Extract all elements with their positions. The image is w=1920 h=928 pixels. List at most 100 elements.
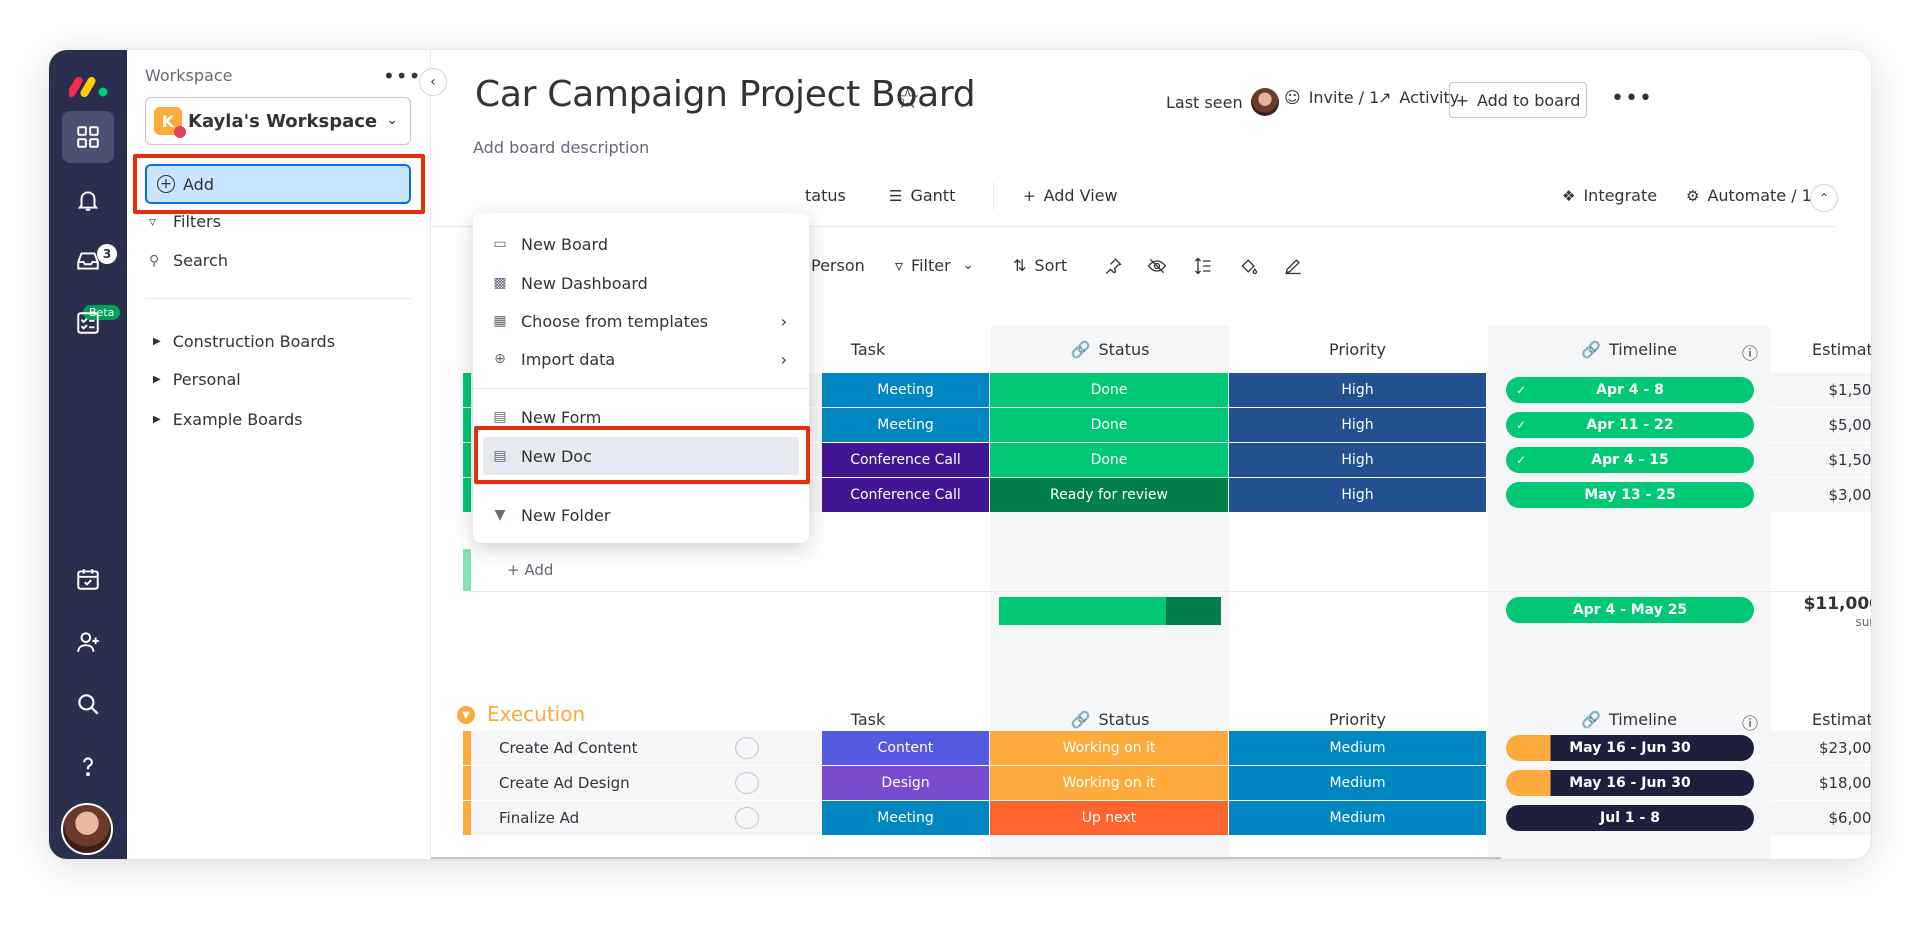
rail-my-work-button[interactable] bbox=[62, 297, 114, 349]
priority-cell[interactable]: Medium bbox=[1229, 731, 1486, 765]
cost-cell[interactable]: $3,000 bbox=[1751, 486, 1872, 504]
task-cell[interactable]: Content bbox=[822, 731, 989, 765]
status-cell[interactable]: Working on it bbox=[990, 766, 1228, 800]
timeline-pill[interactable]: ✓ Apr 11 - 22 bbox=[1506, 412, 1754, 438]
board-description[interactable]: Add board description bbox=[473, 138, 649, 157]
filters-button[interactable]: ▿ Filters bbox=[149, 212, 221, 231]
item-name[interactable]: Finalize Ad bbox=[499, 801, 579, 835]
menu-choose-templates[interactable]: ▦ Choose from templates › bbox=[491, 303, 791, 339]
task-cell[interactable]: Meeting bbox=[822, 373, 989, 407]
status-cell[interactable]: Up next bbox=[990, 801, 1228, 835]
col-status[interactable]: 🔗 Status bbox=[991, 340, 1229, 359]
task-cell[interactable]: Conference Call bbox=[822, 443, 989, 477]
col-estimated[interactable]: Estimated C bbox=[1772, 710, 1871, 729]
menu-new-dashboard[interactable]: ▩ New Dashboard bbox=[491, 265, 791, 301]
col-priority[interactable]: Priority bbox=[1229, 340, 1486, 359]
folder-personal[interactable]: ▶ Personal bbox=[153, 370, 241, 389]
collapse-header-button[interactable]: ⌃ bbox=[1810, 184, 1838, 212]
pin-button[interactable] bbox=[1103, 256, 1123, 276]
cost-cell[interactable]: $6,000 bbox=[1751, 809, 1872, 827]
item-name[interactable]: Create Ad Content bbox=[499, 731, 638, 765]
col-timeline[interactable]: 🔗 Timeline ⓘ bbox=[1488, 340, 1770, 363]
row-height-button[interactable] bbox=[1193, 256, 1213, 276]
last-seen[interactable]: Last seen bbox=[1166, 88, 1279, 116]
monday-logo[interactable] bbox=[69, 72, 111, 98]
rail-invite-button[interactable] bbox=[62, 616, 114, 668]
status-cell[interactable]: Done bbox=[990, 408, 1228, 442]
comment-bubble-icon[interactable] bbox=[735, 772, 759, 794]
task-cell[interactable]: Meeting bbox=[822, 801, 989, 835]
status-cell[interactable]: Ready for review bbox=[990, 478, 1228, 512]
status-cell[interactable]: Done bbox=[990, 373, 1228, 407]
board-more-icon[interactable]: ••• bbox=[1611, 86, 1653, 111]
color-button[interactable] bbox=[1239, 256, 1259, 276]
col-timeline[interactable]: 🔗 Timeline ⓘ bbox=[1488, 710, 1770, 733]
workspace-selector[interactable]: K Kayla's Workspace ⌄ bbox=[145, 97, 411, 145]
invite-button[interactable]: ☺ Invite / 1 bbox=[1284, 88, 1379, 107]
tab-gantt[interactable]: ☰ Gantt bbox=[889, 186, 955, 205]
rail-notifications-button[interactable] bbox=[62, 174, 114, 226]
status-cell[interactable]: Working on it bbox=[990, 731, 1228, 765]
add-to-board-button[interactable]: + Add to board bbox=[1449, 82, 1587, 118]
priority-cell[interactable]: Medium bbox=[1229, 766, 1486, 800]
automate-button[interactable]: ⚙ Automate / 1 bbox=[1686, 186, 1812, 205]
col-task[interactable]: Task bbox=[823, 710, 913, 729]
timeline-pill[interactable]: May 16 - Jun 30 bbox=[1506, 770, 1754, 796]
search-button[interactable]: ⚲ Search bbox=[149, 251, 228, 270]
status-cell[interactable]: Done bbox=[990, 443, 1228, 477]
task-cell[interactable]: Design bbox=[822, 766, 989, 800]
filter-button[interactable]: ▿ Filter ⌄ bbox=[895, 256, 974, 275]
workspace-more-icon[interactable]: ••• bbox=[383, 64, 421, 88]
priority-cell[interactable]: High bbox=[1229, 478, 1486, 512]
integrate-button[interactable]: ❖ Integrate bbox=[1562, 186, 1657, 205]
rail-calendar-button[interactable] bbox=[62, 553, 114, 605]
folder-example-boards[interactable]: ▶ Example Boards bbox=[153, 410, 303, 429]
priority-cell[interactable]: Medium bbox=[1229, 801, 1486, 835]
format-button[interactable] bbox=[1283, 256, 1303, 276]
rail-help-button[interactable] bbox=[62, 740, 114, 792]
timeline-pill[interactable]: May 13 - 25 bbox=[1506, 482, 1754, 508]
cost-cell[interactable]: $18,000 bbox=[1751, 774, 1871, 792]
priority-cell[interactable]: High bbox=[1229, 443, 1486, 477]
priority-cell[interactable]: High bbox=[1229, 408, 1486, 442]
person-filter-button[interactable]: Person bbox=[811, 256, 865, 275]
tab-status[interactable]: tatus bbox=[805, 186, 846, 205]
col-estimated[interactable]: Estimated C bbox=[1772, 340, 1871, 359]
user-avatar[interactable] bbox=[61, 803, 113, 855]
activity-button[interactable]: ↗ Activity bbox=[1378, 88, 1459, 107]
menu-import-data[interactable]: ⊕ Import data › bbox=[491, 341, 791, 377]
folder-construction-boards[interactable]: ▶ Construction Boards bbox=[153, 332, 335, 351]
item-name[interactable]: Create Ad Design bbox=[499, 766, 630, 800]
priority-cell[interactable]: High bbox=[1229, 373, 1486, 407]
rail-search-button[interactable] bbox=[62, 678, 114, 730]
cost-cell[interactable]: $23,000 bbox=[1751, 739, 1871, 757]
sort-button[interactable]: ⇅ Sort bbox=[1013, 256, 1067, 275]
comment-bubble-icon[interactable] bbox=[735, 737, 759, 759]
group-title[interactable]: Execution bbox=[487, 702, 585, 726]
task-cell[interactable]: Meeting bbox=[822, 408, 989, 442]
star-icon[interactable]: ☆ bbox=[895, 82, 920, 115]
status-summary-bar[interactable] bbox=[999, 597, 1221, 625]
cost-cell[interactable]: $1,500 bbox=[1751, 381, 1872, 399]
col-priority[interactable]: Priority bbox=[1229, 710, 1486, 729]
timeline-pill[interactable]: Jul 1 - 8 bbox=[1506, 805, 1754, 831]
comment-bubble-icon[interactable] bbox=[735, 807, 759, 829]
add-view-button[interactable]: + Add View bbox=[1023, 186, 1118, 205]
rail-workspaces-button[interactable] bbox=[62, 111, 114, 163]
timeline-pill[interactable]: ✓ Apr 4 - 8 bbox=[1506, 377, 1754, 403]
cost-cell[interactable]: $1,500 bbox=[1751, 451, 1872, 469]
menu-new-board[interactable]: ▭ New Board bbox=[491, 226, 791, 262]
col-status[interactable]: 🔗 Status bbox=[991, 710, 1229, 729]
col-task[interactable]: Task bbox=[823, 340, 913, 359]
timeline-pill[interactable]: May 16 - Jun 30 bbox=[1506, 735, 1754, 761]
task-cell[interactable]: Conference Call bbox=[822, 478, 989, 512]
group-collapse-icon[interactable]: ▼ bbox=[457, 706, 475, 724]
timeline-summary[interactable]: Apr 4 - May 25 bbox=[1506, 597, 1754, 623]
add-item-button[interactable]: + Add bbox=[507, 549, 553, 591]
hide-button[interactable] bbox=[1147, 256, 1167, 276]
menu-new-folder[interactable]: ▼ New Folder bbox=[491, 497, 791, 533]
timeline-pill[interactable]: ✓ Apr 4 - 15 bbox=[1506, 447, 1754, 473]
info-icon[interactable]: ⓘ bbox=[1742, 340, 1758, 364]
horizontal-scrollbar[interactable] bbox=[431, 857, 1501, 859]
cost-cell[interactable]: $5,000 bbox=[1751, 416, 1872, 434]
